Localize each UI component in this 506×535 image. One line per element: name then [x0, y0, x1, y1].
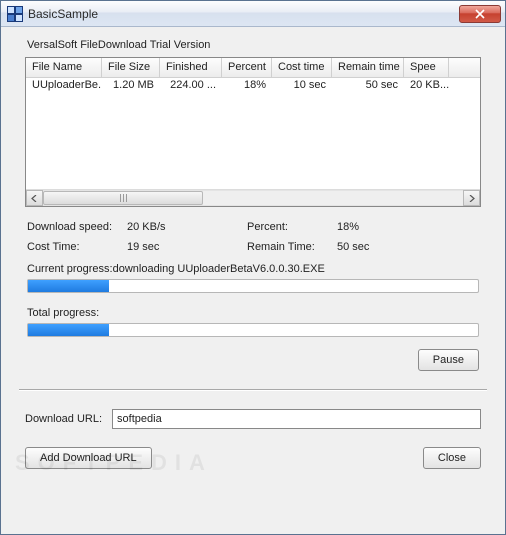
- percent-value: 18%: [337, 221, 479, 233]
- titlebar[interactable]: BasicSample: [1, 1, 505, 27]
- th-percent[interactable]: Percent: [222, 58, 272, 77]
- content-area: VersalSoft FileDownload Trial Version Fi…: [1, 27, 505, 534]
- cost-time-value: 19 sec: [127, 241, 247, 253]
- download-speed-value: 20 KB/s: [127, 221, 247, 233]
- chevron-left-icon: [31, 195, 38, 202]
- horizontal-scrollbar[interactable]: [26, 189, 480, 206]
- cell-speed: 20 KB...: [404, 78, 449, 94]
- download-table: File Name File Size Finished Percent Cos…: [25, 57, 481, 207]
- current-progress-fill: [28, 280, 109, 292]
- cell-file-size: 1.20 MB: [102, 78, 160, 94]
- percent-label: Percent:: [247, 221, 337, 233]
- scroll-left-button[interactable]: [26, 190, 43, 206]
- subtitle-text: VersalSoft FileDownload Trial Version: [27, 39, 491, 51]
- table-row[interactable]: UUploaderBe... 1.20 MB 224.00 ... 18% 10…: [26, 78, 480, 94]
- window: BasicSample VersalSoft FileDownload Tria…: [0, 0, 506, 535]
- chevron-right-icon: [468, 195, 475, 202]
- current-progress-label: Current progress:downloading UUploaderBe…: [27, 263, 479, 275]
- stats-grid: Download speed: 20 KB/s Percent: 18% Cos…: [27, 221, 479, 253]
- remain-time-label: Remain Time:: [247, 241, 337, 253]
- current-progress-bar: [27, 279, 479, 293]
- scroll-thumb[interactable]: [43, 191, 203, 205]
- window-close-button[interactable]: [459, 5, 501, 23]
- th-finished[interactable]: Finished: [160, 58, 222, 77]
- total-progress-bar: [27, 323, 479, 337]
- th-speed[interactable]: Spee: [404, 58, 449, 77]
- cell-finished: 224.00 ...: [160, 78, 222, 94]
- scroll-track[interactable]: [43, 190, 463, 206]
- close-button[interactable]: Close: [423, 447, 481, 469]
- section-divider: [19, 389, 487, 391]
- cell-cost-time: 10 sec: [272, 78, 332, 94]
- th-cost-time[interactable]: Cost time: [272, 58, 332, 77]
- window-title: BasicSample: [28, 7, 459, 21]
- app-icon: [7, 6, 23, 22]
- close-icon: [475, 9, 485, 19]
- cost-time-label: Cost Time:: [27, 241, 127, 253]
- remain-time-value: 50 sec: [337, 241, 479, 253]
- cell-file-name: UUploaderBe...: [26, 78, 102, 94]
- download-url-input[interactable]: [112, 409, 481, 429]
- th-file-name[interactable]: File Name: [26, 58, 102, 77]
- scroll-right-button[interactable]: [463, 190, 480, 206]
- cell-remain-time: 50 sec: [332, 78, 404, 94]
- th-file-size[interactable]: File Size: [102, 58, 160, 77]
- table-header: File Name File Size Finished Percent Cos…: [26, 58, 480, 78]
- add-download-url-button[interactable]: Add Download URL: [25, 447, 152, 469]
- total-progress-label: Total progress:: [27, 307, 479, 319]
- cell-percent: 18%: [222, 78, 272, 94]
- table-body: UUploaderBe... 1.20 MB 224.00 ... 18% 10…: [26, 78, 480, 189]
- download-speed-label: Download speed:: [27, 221, 127, 233]
- download-url-label: Download URL:: [25, 413, 102, 425]
- pause-button[interactable]: Pause: [418, 349, 479, 371]
- th-remain-time[interactable]: Remain time: [332, 58, 404, 77]
- total-progress-fill: [28, 324, 109, 336]
